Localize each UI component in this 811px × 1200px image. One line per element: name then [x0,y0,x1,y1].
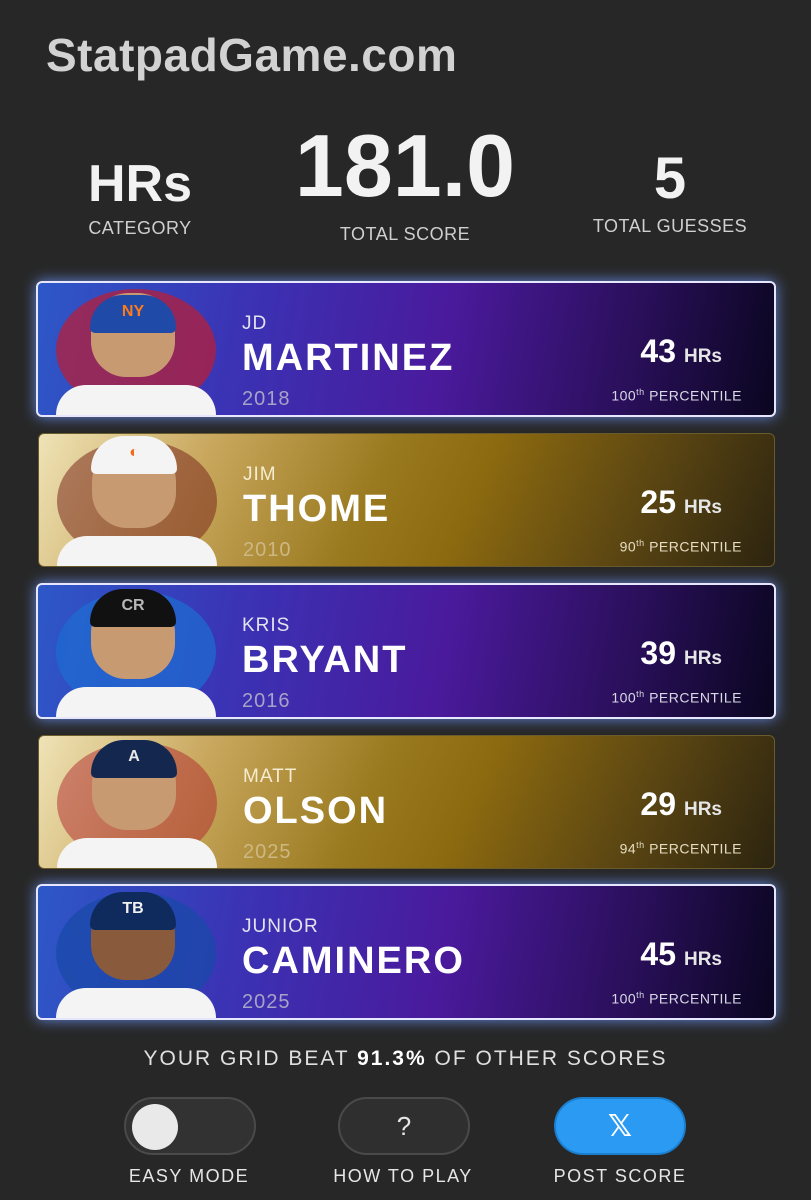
stat-unit: HRs [683,497,722,518]
post-score-button[interactable]: 𝕏 [554,1097,686,1155]
beat-percent: 91.3% [357,1047,427,1070]
question-icon: ? [396,1110,412,1141]
total-score-stat: 181.0 TOTAL SCORE [290,122,520,245]
player-first-name: JIM [243,464,277,485]
stat-number: 25 [640,484,676,520]
percentile: 90th PERCENTILE [619,538,742,555]
category-stat: HRs CATEGORY [60,158,220,239]
easy-mode-label: EASY MODE [128,1166,250,1186]
player-photo: CR [38,585,228,717]
percentile: 94th PERCENTILE [619,840,742,857]
player-last-name: BRYANT [242,639,408,681]
easy-mode-toggle[interactable] [124,1097,256,1155]
stat-number: 43 [640,333,676,369]
player-year: 2018 [242,388,291,410]
player-card[interactable]: TB JUNIOR CAMINERO 2025 45 HRs 100th PERC… [36,884,776,1020]
stat-unit: HRs [683,799,722,820]
cap-logo-icon: NY [121,303,145,320]
player-first-name: KRIS [242,615,291,636]
stat-number: 39 [640,635,676,671]
cap-logo-icon: TB [122,900,144,917]
player-photo: ◐ [39,434,229,566]
stat-number: 29 [640,786,676,822]
player-photo: TB [38,886,228,1018]
x-logo-icon: 𝕏 [607,1109,633,1143]
stat-unit: HRs [683,949,722,970]
cap-logo-icon: CR [121,597,145,614]
stat-number: 45 [640,936,676,972]
percentile: 100th PERCENTILE [611,387,742,404]
total-guesses-stat: 5 TOTAL GUESSES [580,150,760,237]
toggle-knob-icon [132,1104,178,1150]
how-to-play-button[interactable]: ? [338,1097,470,1155]
player-photo: A [39,736,229,868]
post-score-label: POST SCORE [553,1166,687,1186]
player-stat-value: 45 HRs [640,936,722,973]
how-to-play-label: HOW TO PLAY [333,1166,473,1186]
player-card[interactable]: CR KRIS BRYANT 2016 39 HRs 100th PERCENTI… [36,583,776,719]
player-stat-value: 25 HRs [640,484,722,521]
category-label: CATEGORY [88,218,192,238]
player-last-name: MARTINEZ [242,337,455,379]
cap-logo-icon: A [128,748,140,765]
player-year: 2016 [242,690,291,712]
cap-logo-icon: ◐ [129,444,139,461]
category-value: HRs [87,155,193,213]
percentile: 100th PERCENTILE [611,689,742,706]
player-last-name: OLSON [243,790,389,832]
player-stat-value: 29 HRs [640,786,722,823]
player-first-name: JUNIOR [242,916,319,937]
total-score-value: 181.0 [294,116,516,215]
player-year: 2025 [242,991,291,1013]
player-stat-value: 39 HRs [640,635,722,672]
player-year: 2025 [243,841,292,863]
player-year: 2010 [243,539,292,561]
player-stat-value: 43 HRs [640,333,722,370]
site-title: StatpadGame.com [46,29,458,81]
total-guesses-value: 5 [653,146,687,211]
percentile: 100th PERCENTILE [611,990,742,1007]
player-first-name: JD [242,313,268,334]
grid-beat-summary: YOUR GRID BEAT 91.3% OF OTHER SCORES [143,1047,668,1070]
player-last-name: THOME [243,488,391,530]
player-card[interactable]: NY JD MARTINEZ 2018 43 HRs 100th PERCENTI… [36,281,776,417]
player-card[interactable]: ◐ JIM THOME 2010 25 HRs 90th PERCENTILE [38,433,775,567]
player-last-name: CAMINERO [242,940,465,982]
player-card[interactable]: A MATT OLSON 2025 29 HRs 94th PERCENTILE [38,735,775,869]
total-guesses-label: TOTAL GUESSES [592,216,748,236]
total-score-label: TOTAL SCORE [339,224,471,244]
player-photo: NY [38,283,228,415]
player-first-name: MATT [243,766,298,787]
stat-unit: HRs [683,648,722,669]
stat-unit: HRs [683,346,722,367]
